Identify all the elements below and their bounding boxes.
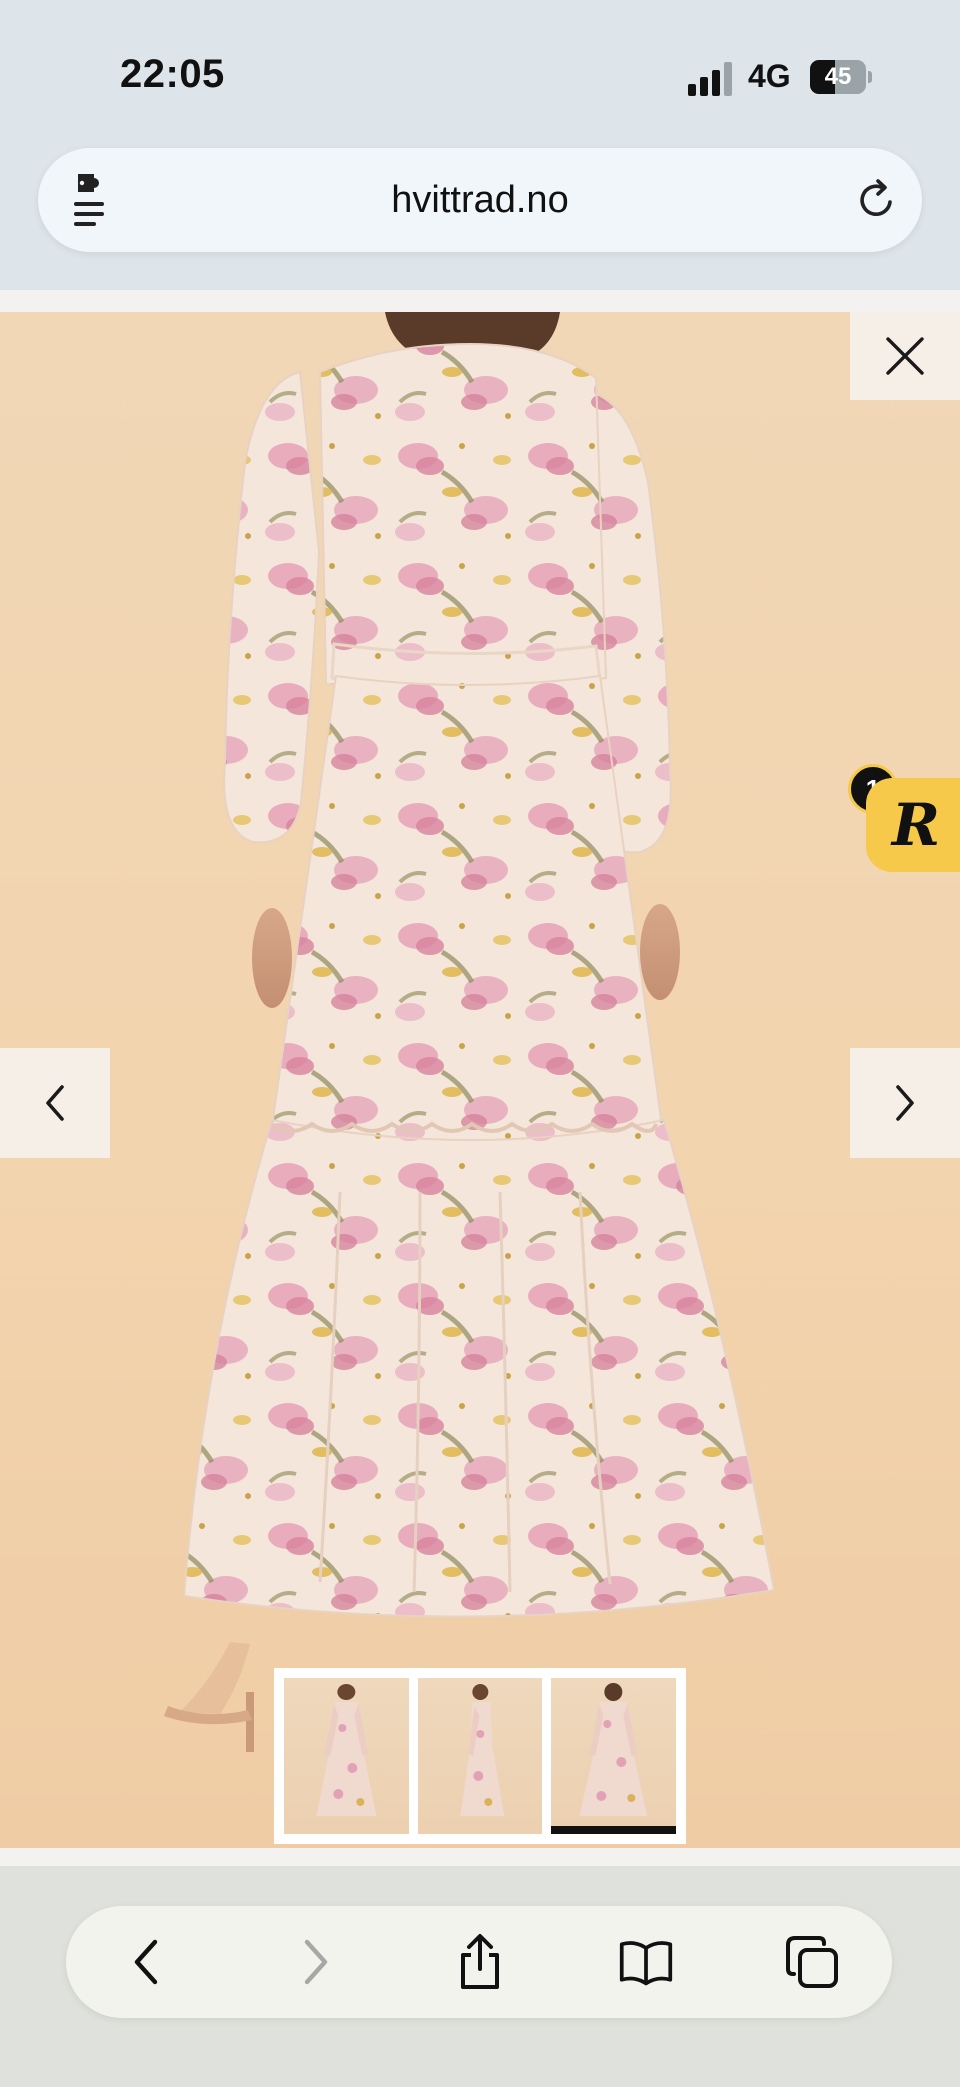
- previous-image-button[interactable]: [0, 1048, 110, 1158]
- forward-chevron-icon: [304, 1939, 328, 1985]
- tabs-icon: [786, 1936, 838, 1988]
- back-chevron-icon: [134, 1939, 158, 1985]
- share-icon: [461, 1934, 499, 1989]
- reviews-widget-button[interactable]: R: [866, 778, 960, 872]
- divider: [0, 290, 960, 312]
- thumbnail-front-image: [316, 1684, 377, 1816]
- bookmarks-book-icon: [619, 1941, 673, 1986]
- thumbnail-front-view[interactable]: [284, 1678, 409, 1834]
- divider: [0, 1848, 960, 1866]
- close-gallery-button[interactable]: [850, 312, 960, 400]
- tabs-button[interactable]: [784, 1934, 840, 1990]
- thumbnail-back-image: [579, 1683, 648, 1816]
- network-type: 4G: [748, 58, 791, 94]
- bookmarks-button[interactable]: [618, 1934, 674, 1990]
- reload-icon[interactable]: [852, 176, 900, 224]
- forward-button[interactable]: [288, 1934, 344, 1990]
- thumbnail-side-view[interactable]: [417, 1678, 543, 1834]
- share-button[interactable]: [452, 1934, 508, 1990]
- thumbnail-back-view[interactable]: [551, 1678, 677, 1834]
- next-image-button[interactable]: [850, 1048, 960, 1158]
- address-bar[interactable]: hvittrad.no: [38, 148, 922, 252]
- product-photo-dress-back-view: [164, 312, 776, 1752]
- back-button[interactable]: [118, 1934, 174, 1990]
- chevron-right-icon: [896, 1085, 914, 1121]
- status-bar: 22:05 4G 45: [0, 0, 960, 140]
- status-time: 22:05: [120, 52, 225, 96]
- url-text[interactable]: hvittrad.no: [158, 148, 802, 252]
- chevron-left-icon: [46, 1085, 64, 1121]
- thumbnail-side-image: [460, 1684, 505, 1816]
- browser-toolbar: [66, 1906, 892, 2018]
- product-image-gallery[interactable]: 1 R: [0, 312, 960, 1848]
- reviews-logo-letter: R: [891, 791, 941, 859]
- battery-percentage: 45: [824, 63, 852, 90]
- close-icon: [886, 337, 924, 375]
- extension-puzzle-icon[interactable]: [72, 170, 116, 230]
- thumbnail-strip: [274, 1668, 686, 1844]
- cellular-signal-icon: [688, 62, 732, 96]
- battery-icon: 45: [810, 60, 872, 94]
